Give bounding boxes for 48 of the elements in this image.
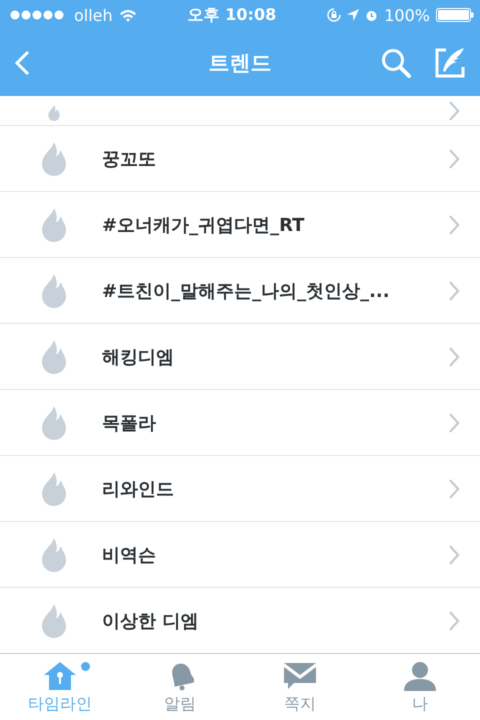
back-icon[interactable] <box>14 50 30 76</box>
chevron-icon <box>448 280 460 300</box>
trend-name: 이상한 디엠 <box>102 610 200 632</box>
trend-row[interactable]: 꿍꼬또 <box>0 126 480 192</box>
flame-icon <box>40 208 68 242</box>
flame-icon <box>40 274 68 308</box>
chevron-icon <box>448 610 460 630</box>
alarm-icon <box>365 8 378 22</box>
flame-icon <box>40 340 68 374</box>
location-icon <box>347 9 360 21</box>
carrier-name: olleh <box>74 6 113 24</box>
trend-name: #오너캐가_귀엽다면_RT <box>102 214 306 236</box>
chevron-icon <box>448 346 460 366</box>
chevron-icon <box>448 544 460 564</box>
chevron-icon <box>448 478 460 498</box>
trend-row[interactable]: 리와인드 <box>0 456 480 522</box>
battery-percent: 100% <box>384 6 430 24</box>
flame-icon <box>40 406 68 440</box>
search-icon[interactable] <box>380 47 412 79</box>
compose-icon[interactable] <box>434 47 466 79</box>
status-time: 오후 10:08 <box>188 4 276 26</box>
trend-name: 비역슨 <box>102 544 157 566</box>
flame-icon <box>40 538 68 572</box>
trend-row[interactable]: 목폴라 <box>0 390 480 456</box>
chevron-icon <box>448 101 460 121</box>
flame-icon <box>40 142 68 176</box>
trend-name: #트친이_말해주는_나의_첫인상_... <box>102 280 391 302</box>
trend-row[interactable]: 해킹디엠 <box>0 324 480 390</box>
chevron-icon <box>448 214 460 234</box>
trend-name: 리와인드 <box>102 478 175 500</box>
person-icon <box>404 660 436 690</box>
nav-title: 트렌드 <box>208 50 272 77</box>
trend-row[interactable]: #트친이_말해주는_나의_첫인상_... <box>0 258 480 324</box>
house-icon <box>44 662 76 690</box>
envelope-icon <box>284 662 316 688</box>
trend-row[interactable]: 이상한 디엠 <box>0 588 480 653</box>
trend-name: 꿍꼬또 <box>102 148 157 170</box>
trend-name: 목폴라 <box>102 412 157 434</box>
flame-icon <box>40 604 68 638</box>
trend-name: 해킹디엠 <box>102 346 175 368</box>
rotation-lock-icon <box>327 8 342 22</box>
chevron-icon <box>448 412 460 432</box>
flame-icon <box>40 472 68 506</box>
battery-icon <box>436 8 474 22</box>
trend-row[interactable]: 비역슨 <box>0 522 480 588</box>
wifi-icon <box>118 8 137 22</box>
chevron-icon <box>448 148 460 168</box>
trend-row[interactable]: #오너캐가_귀엽다면_RT <box>0 192 480 258</box>
